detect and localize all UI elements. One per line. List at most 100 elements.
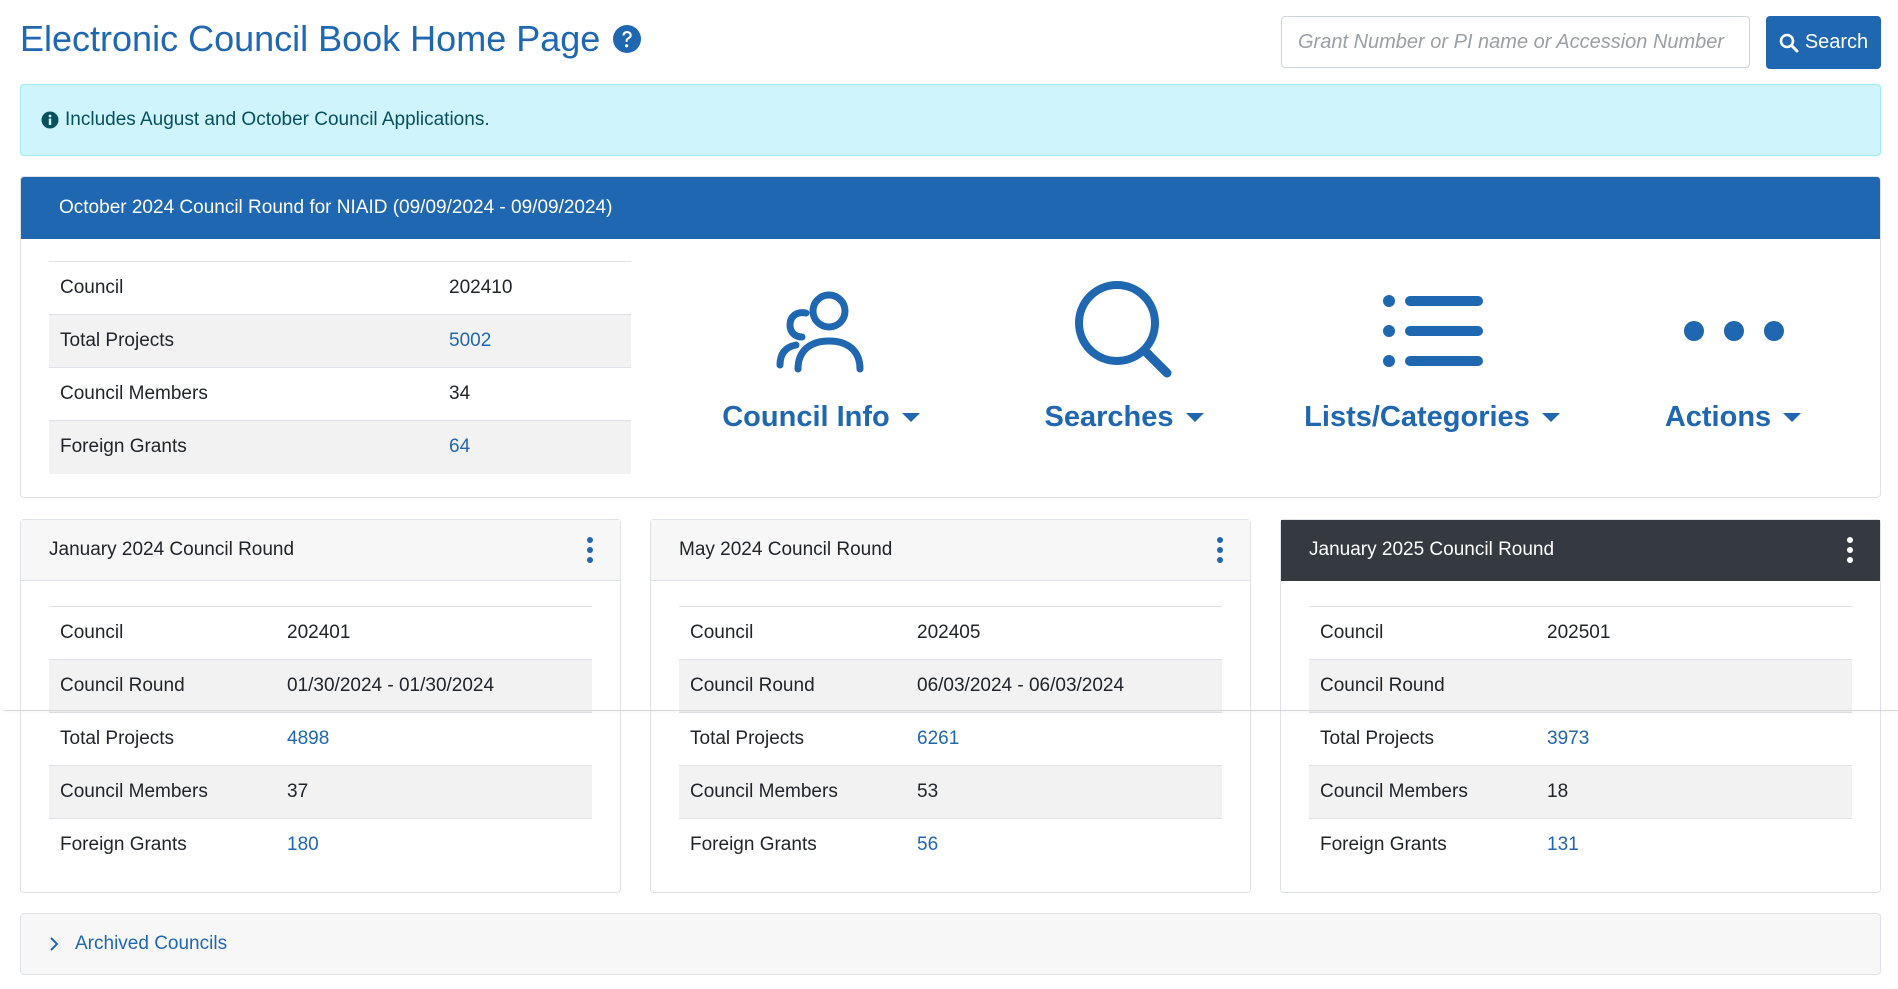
row-value: 202501 [1536,606,1852,660]
total-projects-link[interactable]: 4898 [287,728,329,749]
table-row: Council Members 37 [49,765,592,819]
current-council-table: Council 202410 Total Projects 5002 Counc… [49,261,631,474]
council-info-label[interactable]: Council Info [722,401,920,434]
round-card-jan-2024: January 2024 Council Round Council 202401… [20,519,621,893]
table-row: Total Projects 6261 [679,712,1222,766]
help-icon[interactable] [612,24,642,54]
council-info-text: Council Info [722,401,890,433]
table-row: Council Members 18 [1309,765,1852,819]
row-label: Total Projects [1309,712,1536,766]
foreign-grants-link[interactable]: 131 [1547,834,1579,855]
table-row: Foreign Grants 131 [1309,818,1852,872]
alert-text: Includes August and October Council Appl… [65,109,490,130]
row-label: Total Projects [49,712,276,766]
info-icon [41,111,59,129]
row-value: 18 [1536,765,1852,819]
round-card-header: January 2024 Council Round [21,520,620,581]
magnifier-icon [1075,281,1172,378]
ellipsis-icon [1684,321,1784,341]
table-row: Council 202410 [49,261,631,315]
row-value: 34 [438,367,631,421]
page-header: Electronic Council Book Home Page Search [20,14,1881,72]
search-button[interactable]: Search [1766,16,1881,69]
kebab-menu-icon[interactable] [1844,537,1856,563]
archived-councils-toggle[interactable]: Archived Councils [20,913,1881,975]
row-label: Foreign Grants [49,420,438,474]
caret-down-icon [1541,413,1560,422]
council-info-menu[interactable]: Council Info [691,277,951,434]
current-council-header: October 2024 Council Round for NIAID (09… [21,177,1880,239]
actions-text: Actions [1664,401,1772,433]
table-row: Total Projects 3973 [1309,712,1852,766]
lists-categories-menu[interactable]: Lists/Categories [1302,277,1562,434]
row-value: 06/03/2024 - 06/03/2024 [906,659,1222,713]
total-projects-link[interactable]: 3973 [1547,728,1589,749]
foreign-grants-link[interactable]: 56 [917,834,938,855]
page-title-text: Electronic Council Book Home Page [20,18,601,59]
page-title: Electronic Council Book Home Page [20,18,642,60]
row-label: Council Members [1309,765,1536,819]
actions-label[interactable]: Actions [1664,401,1802,434]
row-label: Council Members [679,765,906,819]
table-row: Council 202401 [49,606,592,660]
row-label: Council [679,606,906,660]
round-card-title: January 2025 Council Round [1309,539,1555,560]
lists-categories-text: Lists/Categories [1304,401,1530,433]
row-label: Total Projects [679,712,906,766]
grant-search-input[interactable] [1281,16,1750,68]
table-row: Total Projects 5002 [49,314,631,368]
round-card-header: May 2024 Council Round [651,520,1250,581]
list-icon [1383,295,1483,367]
round-card-title: January 2024 Council Round [49,539,295,560]
caret-down-icon [1185,413,1204,422]
round-table: Council 202501 Council Round Total Projec… [1309,606,1852,872]
foreign-grants-link[interactable]: 180 [287,834,319,855]
row-label: Foreign Grants [49,818,276,872]
search-icon [1779,33,1799,52]
foreign-grants-link[interactable]: 64 [449,436,470,457]
row-label: Council Members [49,765,276,819]
table-row: Council Members 53 [679,765,1222,819]
row-label: Council [49,606,276,660]
table-row: Council Round 01/30/2024 - 01/30/2024 [49,659,592,713]
row-value: 202405 [906,606,1222,660]
table-row: Council 202501 [1309,606,1852,660]
caret-down-icon [901,413,920,422]
table-row: Foreign Grants 56 [679,818,1222,872]
info-alert: Includes August and October Council Appl… [20,84,1881,156]
round-table: Council 202401 Council Round 01/30/2024 - … [49,606,592,872]
table-row: Council Members 34 [49,367,631,421]
row-label: Council Round [49,659,276,713]
row-value: 37 [276,765,592,819]
row-label: Council [49,261,438,315]
row-value: 202401 [276,606,592,660]
lists-categories-label[interactable]: Lists/Categories [1304,401,1560,434]
row-value: 01/30/2024 - 01/30/2024 [276,659,592,713]
row-label: Foreign Grants [679,818,906,872]
row-label: Council Round [679,659,906,713]
total-projects-link[interactable]: 6261 [917,728,959,749]
actions-menu[interactable]: Actions [1603,277,1863,434]
kebab-menu-icon[interactable] [584,537,596,563]
row-value: 202410 [438,261,631,315]
searches-menu[interactable]: Searches [994,277,1254,434]
table-row: Foreign Grants 180 [49,818,592,872]
round-card-jan-2025: January 2025 Council Round Council 202501… [1280,519,1881,893]
row-label: Council Round [1309,659,1536,713]
table-row: Total Projects 4898 [49,712,592,766]
searches-label[interactable]: Searches [1045,401,1204,434]
row-label: Council [1309,606,1536,660]
table-row: Foreign Grants 64 [49,420,631,474]
current-council-card: October 2024 Council Round for NIAID (09… [20,176,1881,498]
caret-down-icon [1783,413,1802,422]
kebab-menu-icon[interactable] [1214,537,1226,563]
total-projects-link[interactable]: 5002 [449,330,491,351]
round-table: Council 202405 Council Round 06/03/2024 - … [679,606,1222,872]
table-row: Council Round [1309,659,1852,713]
round-card-may-2024: May 2024 Council Round Council 202405 Cou… [650,519,1251,893]
round-card-header: January 2025 Council Round [1281,520,1880,581]
search-button-label: Search [1804,31,1869,53]
row-value [1536,659,1852,713]
searches-text: Searches [1044,401,1174,433]
divider [4,710,1898,711]
